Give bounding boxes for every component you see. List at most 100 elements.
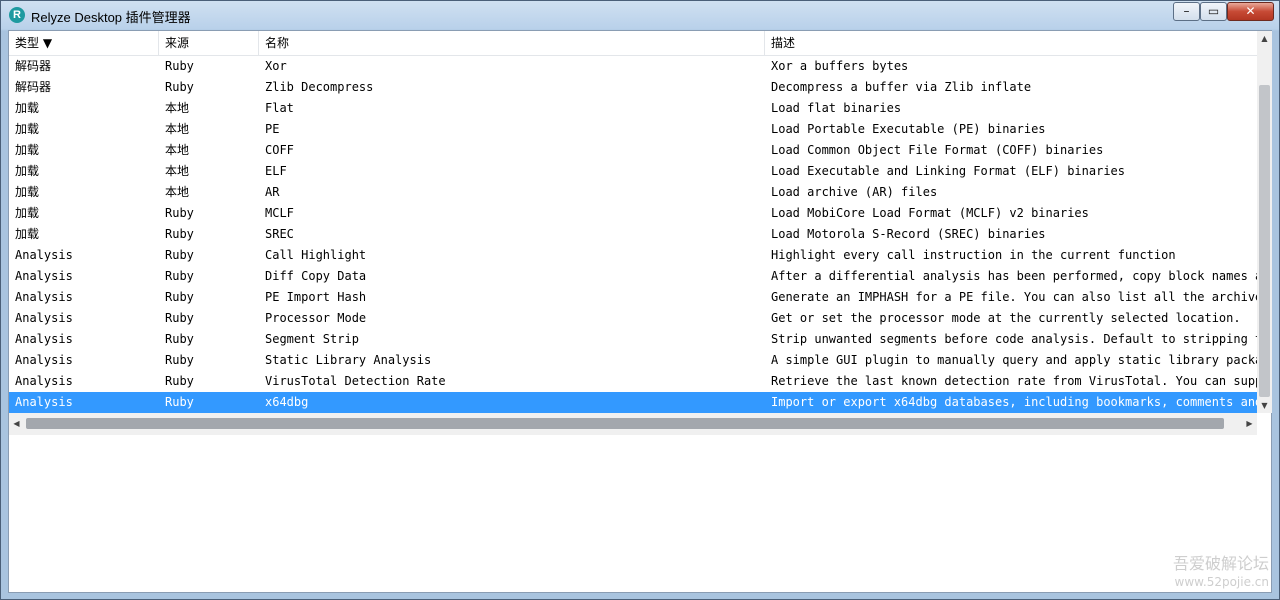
row-source: Ruby: [165, 248, 194, 262]
vertical-scroll-thumb[interactable]: [1259, 85, 1270, 397]
watermark: 吾爱破解论坛 www.52pojie.cn: [1173, 555, 1269, 591]
horizontal-scrollbar[interactable]: ◀ ▶: [9, 413, 1257, 435]
table-row[interactable]: 加载 Ruby MCLF Load MobiCore Load Format (MCL…: [9, 203, 1257, 224]
plugin-manager-window: R Relyze Desktop 插件管理器 – ▭ ✕ 类型 ▼ 来源 名称 …: [0, 0, 1280, 600]
row-source: Ruby: [165, 80, 194, 94]
row-name: Zlib Decompress: [265, 80, 374, 94]
row-description: Load Portable Executable (PE) binaries: [771, 122, 1046, 136]
row-source: Ruby: [165, 269, 194, 283]
row-type: 加载: [15, 122, 40, 136]
table-row[interactable]: Analysis Ruby Static Library Analysis A sim…: [9, 350, 1257, 371]
row-source: Ruby: [165, 227, 194, 241]
row-name: Segment Strip: [265, 332, 359, 346]
row-description: Load Motorola S-Record (SREC) binaries: [771, 227, 1046, 241]
table-row[interactable]: 加载 Ruby SREC Load Motorola S-Record (SREC) …: [9, 224, 1257, 245]
plugin-list-view: 类型 ▼ 来源 名称 描述 解码器 Ruby Xor Xor a buffers by…: [8, 30, 1272, 593]
row-name: Diff Copy Data: [265, 269, 367, 283]
table-row[interactable]: 加载 本地 PE Load Portable Executable (PE) bina…: [9, 119, 1257, 140]
row-type: 加载: [15, 164, 40, 178]
row-description: Strip unwanted segments before code anal…: [771, 332, 1257, 346]
table-row[interactable]: Analysis Ruby Diff Copy Data After a differ…: [9, 266, 1257, 287]
plugin-rows: 解码器 Ruby Xor Xor a buffers bytes 解码器 Ruby Zlib…: [9, 56, 1257, 413]
row-source: Ruby: [165, 395, 194, 409]
row-description: Xor a buffers bytes: [771, 59, 909, 73]
column-header-source[interactable]: 来源: [159, 31, 259, 55]
row-type: Analysis: [15, 353, 73, 367]
scroll-left-icon[interactable]: ◀: [9, 413, 24, 435]
close-button[interactable]: ✕: [1227, 2, 1274, 21]
row-source: 本地: [165, 185, 190, 199]
row-name: Static Library Analysis: [265, 353, 432, 367]
row-name: Flat: [265, 101, 294, 115]
vertical-scrollbar[interactable]: ▲ ▼: [1257, 31, 1272, 413]
row-name: Processor Mode: [265, 311, 367, 325]
column-header-type[interactable]: 类型 ▼: [9, 31, 159, 55]
table-row[interactable]: Analysis Ruby Processor Mode Get or set the…: [9, 308, 1257, 329]
row-description: Generate an IMPHASH for a PE file. You c…: [771, 290, 1257, 304]
row-type: 加载: [15, 185, 40, 199]
row-type: 解码器: [15, 59, 52, 73]
watermark-line2: www.52pojie.cn: [1174, 575, 1269, 589]
row-source: Ruby: [165, 206, 194, 220]
row-type: 加载: [15, 206, 40, 220]
row-source: Ruby: [165, 311, 194, 325]
row-type: Analysis: [15, 248, 73, 262]
maximize-button[interactable]: ▭: [1200, 2, 1227, 21]
row-type: 加载: [15, 227, 40, 241]
title-bar[interactable]: R Relyze Desktop 插件管理器 – ▭ ✕: [1, 1, 1279, 29]
row-type: Analysis: [15, 374, 73, 388]
row-name: VirusTotal Detection Rate: [265, 374, 446, 388]
row-source: 本地: [165, 143, 190, 157]
watermark-line1: 吾爱破解论坛: [1172, 554, 1269, 573]
row-source: Ruby: [165, 290, 194, 304]
row-description: Get or set the processor mode at the cur…: [771, 311, 1241, 325]
row-type: Analysis: [15, 290, 73, 304]
row-name: PE Import Hash: [265, 290, 367, 304]
table-row[interactable]: 解码器 Ruby Xor Xor a buffers bytes: [9, 56, 1257, 77]
row-source: 本地: [165, 101, 190, 115]
table-row[interactable]: Analysis Ruby Segment Strip Strip unwanted …: [9, 329, 1257, 350]
table-row[interactable]: 加载 本地 ELF Load Executable and Linking Forma…: [9, 161, 1257, 182]
row-name: MCLF: [265, 206, 294, 220]
row-name: AR: [265, 185, 280, 199]
row-source: Ruby: [165, 374, 194, 388]
table-row[interactable]: 加载 本地 AR Load archive (AR) files: [9, 182, 1257, 203]
row-name: SREC: [265, 227, 294, 241]
row-source: Ruby: [165, 59, 194, 73]
row-description: Decompress a buffer via Zlib inflate: [771, 80, 1032, 94]
table-row[interactable]: Analysis Ruby PE Import Hash Generate an IM…: [9, 287, 1257, 308]
row-type: Analysis: [15, 395, 73, 409]
row-name: ELF: [265, 164, 287, 178]
scroll-up-icon[interactable]: ▲: [1257, 31, 1272, 46]
table-row[interactable]: 加载 本地 COFF Load Common Object File Format (…: [9, 140, 1257, 161]
row-name: Call Highlight: [265, 248, 367, 262]
row-description: Load flat binaries: [771, 101, 902, 115]
table-row[interactable]: Analysis Ruby VirusTotal Detection Rate Ret…: [9, 371, 1257, 392]
row-description: Load Common Object File Format (COFF) bi…: [771, 143, 1104, 157]
horizontal-scroll-thumb[interactable]: [26, 418, 1224, 429]
minimize-button[interactable]: –: [1173, 2, 1200, 21]
column-header-description[interactable]: 描述: [765, 31, 1257, 55]
row-name: Xor: [265, 59, 287, 73]
table-row[interactable]: Analysis Ruby Call Highlight Highlight ever…: [9, 245, 1257, 266]
row-description: Import or export x64dbg databases, inclu…: [771, 395, 1257, 409]
window-title: Relyze Desktop 插件管理器: [31, 10, 191, 25]
selected-table-row[interactable]: Analysis Ruby x64dbg Import or export x64db…: [9, 392, 1257, 413]
row-type: 解码器: [15, 80, 52, 94]
column-header: 类型 ▼ 来源 名称 描述: [9, 31, 1257, 56]
row-description: Load Executable and Linking Format (ELF)…: [771, 164, 1126, 178]
scroll-down-icon[interactable]: ▼: [1257, 398, 1272, 413]
row-name: COFF: [265, 143, 294, 157]
row-name: PE: [265, 122, 280, 136]
table-row[interactable]: 加载 本地 Flat Load flat binaries: [9, 98, 1257, 119]
scroll-right-icon[interactable]: ▶: [1242, 413, 1257, 435]
table-row[interactable]: 解码器 Ruby Zlib Decompress Decompress a buffe…: [9, 77, 1257, 98]
row-type: Analysis: [15, 332, 73, 346]
column-header-name[interactable]: 名称: [259, 31, 765, 55]
row-source: Ruby: [165, 353, 194, 367]
empty-area: [9, 435, 1257, 592]
row-source: 本地: [165, 164, 190, 178]
row-type: Analysis: [15, 311, 73, 325]
row-description: Highlight every call instruction in the …: [771, 248, 1176, 262]
row-description: A simple GUI plugin to manually query an…: [771, 353, 1257, 367]
